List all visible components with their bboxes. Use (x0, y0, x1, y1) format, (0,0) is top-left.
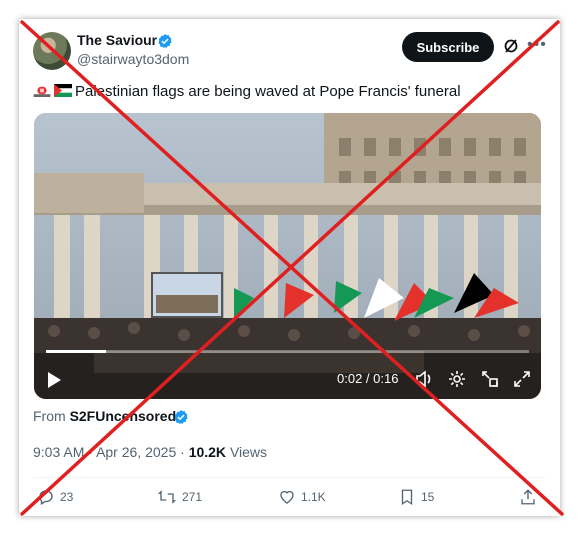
author-handle[interactable]: @stairwayto3dom (77, 51, 189, 67)
tweet-text: Palestinian flags are being waved at Pop… (33, 83, 461, 100)
video-time: 0:02 / 0:16 (337, 371, 399, 386)
verified-badge-icon (158, 34, 172, 48)
more-icon[interactable]: ••• (527, 36, 547, 54)
fullscreen-icon[interactable] (513, 370, 531, 388)
tweet-meta: 9:03 AM · Apr 26, 2025 · 10.2K Views (33, 444, 267, 460)
tweet-card: The Saviour @stairwayto3dom Subscribe ••… (19, 19, 560, 516)
bookmark-button[interactable]: 15 (398, 488, 434, 506)
avatar[interactable] (33, 32, 71, 70)
source-account-link[interactable]: S2FUncensored (70, 408, 177, 424)
source-prefix: From (33, 408, 66, 424)
video-progress-bar[interactable] (46, 350, 529, 353)
subscribe-button[interactable]: Subscribe (402, 32, 494, 62)
like-count: 1.1K (301, 490, 326, 504)
views-label: Views (229, 444, 268, 460)
repost-count: 271 (182, 490, 203, 504)
bookmark-count: 15 (421, 490, 435, 504)
reply-count: 23 (60, 490, 74, 504)
video-frame (34, 113, 541, 399)
meta-separator: · (180, 444, 185, 460)
source-verified-badge-icon (174, 410, 188, 424)
repost-button[interactable]: 271 (157, 488, 202, 506)
heart-icon (280, 490, 294, 504)
author-name[interactable]: The Saviour (77, 32, 157, 48)
reply-button[interactable]: 23 (37, 488, 73, 506)
settings-icon[interactable] (448, 370, 466, 388)
share-button[interactable] (519, 488, 537, 506)
tweet-date[interactable]: Apr 26, 2025 (96, 444, 176, 460)
tweet-text-body: Palestinian flags are being waved at Pop… (75, 83, 461, 100)
grok-icon[interactable] (503, 38, 519, 54)
reply-icon (39, 490, 53, 505)
share-icon (521, 489, 535, 505)
video-progress-fill (46, 350, 107, 353)
picture-in-picture-icon[interactable] (481, 370, 499, 388)
palestine-flag-emoji-icon (54, 84, 72, 97)
tweet-time[interactable]: 9:03 AM (33, 444, 84, 460)
bookmark-icon (401, 489, 413, 506)
meta-separator: · (88, 444, 93, 460)
volume-icon[interactable] (415, 370, 433, 388)
source-attribution: From S2FUncensored (33, 408, 176, 424)
play-icon[interactable] (46, 371, 62, 389)
like-button[interactable]: 1.1K (278, 488, 326, 506)
repost-icon (157, 490, 177, 504)
views-count: 10.2K (188, 444, 227, 460)
siren-emoji-icon (33, 86, 51, 97)
divider (33, 477, 545, 478)
video-player[interactable]: 0:02 / 0:16 (34, 113, 541, 399)
